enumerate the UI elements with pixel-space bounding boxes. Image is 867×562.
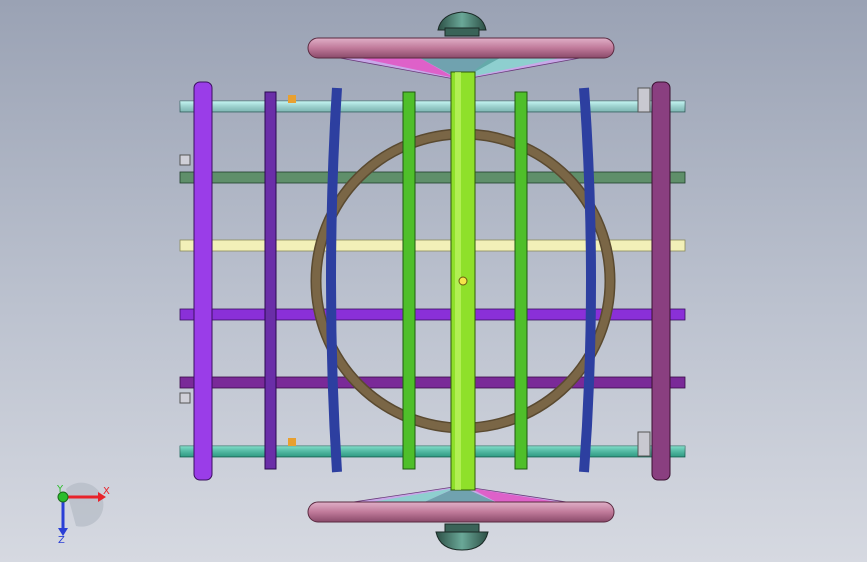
bottom-wheel-rim[interactable] (307, 501, 615, 523)
cad-model-canvas[interactable] (0, 0, 867, 562)
left-curved-rib[interactable] (326, 87, 342, 473)
triad-y-label: Y (57, 484, 64, 495)
bottom-hub-pulley[interactable] (435, 523, 489, 551)
center-spine[interactable] (450, 71, 476, 491)
graphics-viewport[interactable]: X Y Z (0, 0, 867, 562)
top-spoked-wheel[interactable] (307, 11, 615, 81)
bottom-spoked-wheel[interactable] (307, 485, 615, 551)
view-triad[interactable] (57, 482, 106, 536)
right-curved-rib[interactable] (579, 87, 596, 473)
top-left-endcap[interactable] (288, 95, 296, 103)
top-wheel-rim[interactable] (307, 37, 615, 59)
left-green-frame-bar[interactable] (402, 91, 416, 470)
rail-5[interactable] (179, 376, 686, 389)
left-outer-frame-bar[interactable] (193, 81, 213, 481)
rail-1-shade (180, 101, 685, 112)
right-outer-frame-bar[interactable] (651, 81, 671, 481)
center-spine-origin-marker (458, 276, 468, 286)
triad-x-label: X (103, 486, 110, 497)
left-inner-frame-bar[interactable] (264, 91, 277, 470)
right-top-endcap[interactable] (637, 87, 651, 113)
triad-z-label: Z (58, 535, 65, 546)
rail-6-shade (180, 446, 685, 457)
right-bottom-endcap[interactable] (637, 431, 651, 457)
right-green-frame-bar[interactable] (514, 91, 528, 470)
left-rail-end[interactable] (179, 154, 191, 166)
top-hub-pulley[interactable] (437, 11, 487, 37)
left-rail-end-2[interactable] (179, 392, 191, 404)
rail-2[interactable] (179, 171, 686, 184)
bottom-left-endcap[interactable] (288, 438, 296, 446)
